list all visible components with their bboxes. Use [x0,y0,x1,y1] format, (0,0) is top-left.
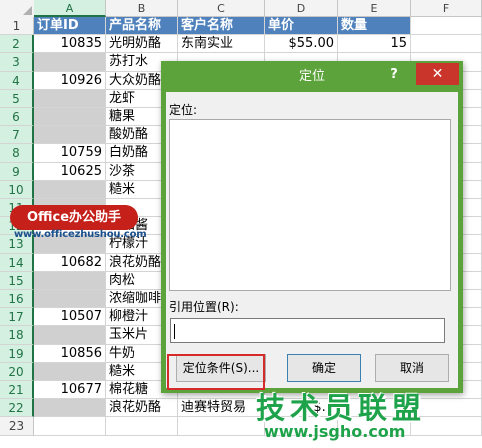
customer-cell[interactable]: 东南实业 [178,35,265,54]
row-header-8[interactable]: 8 [0,144,34,163]
order-id-cell[interactable] [34,290,106,309]
row-header-1[interactable]: 1 [0,17,34,36]
quantity-cell[interactable]: 15 [338,35,411,54]
header-cell-f[interactable] [411,17,482,36]
row-header-2[interactable]: 2 [0,35,34,54]
row-header-22[interactable]: 22 [0,399,34,418]
empty-cell[interactable] [34,417,106,436]
row-header-9[interactable]: 9 [0,162,34,181]
row-header-18[interactable]: 18 [0,326,34,345]
header-cell-a[interactable]: 订单ID [34,17,106,36]
row-header-17[interactable]: 17 [0,308,34,327]
header-cell-c[interactable]: 客户名称 [178,17,265,36]
special-button-highlight [167,354,265,390]
dialog-body: 定位: 引用位置(R): 定位条件(S)... 确定 取消 [166,92,458,388]
goto-listbox[interactable] [169,119,451,291]
order-id-cell[interactable]: 10835 [34,35,106,54]
row-header-20[interactable]: 20 [0,362,34,381]
row-header-21[interactable]: 21 [0,381,34,400]
column-header-f[interactable]: F [411,0,482,17]
badge-url: www.officezhushou.com [14,229,147,240]
goto-dialog: 定位 ? ✕ 定位: 引用位置(R): 定位条件(S)... 确定 取消 [161,61,463,393]
watermark-url: www.jsgho.com [264,422,406,441]
price-cell[interactable]: $55.00 [265,35,338,54]
order-id-cell[interactable] [34,53,106,72]
header-cell-b[interactable]: 产品名称 [106,17,178,36]
row-header-15[interactable]: 15 [0,271,34,290]
order-id-cell[interactable]: 10507 [34,308,106,327]
goto-list-label: 定位: [169,103,198,117]
row-header-16[interactable]: 16 [0,290,34,309]
row-header-7[interactable]: 7 [0,126,34,145]
order-id-cell[interactable]: 10759 [34,144,106,163]
row-header-4[interactable]: 4 [0,71,34,90]
reference-label: 引用位置(R): [169,300,239,314]
row-header-19[interactable]: 19 [0,344,34,363]
order-id-cell[interactable]: 10926 [34,71,106,90]
order-id-cell[interactable]: 10677 [34,381,106,400]
order-id-cell[interactable] [34,362,106,381]
customer-cell[interactable]: 迪赛特贸易 [178,399,265,418]
watermark-logo: 技术员联盟 [256,391,427,425]
row-header-14[interactable]: 14 [0,253,34,272]
order-id-cell[interactable]: 10682 [34,253,106,272]
order-id-cell[interactable] [34,399,106,418]
column-header-c[interactable]: C [178,0,265,17]
row-header-6[interactable]: 6 [0,108,34,127]
order-id-cell[interactable] [34,108,106,127]
column-header-b[interactable]: B [106,0,178,17]
product-cell[interactable]: 光明奶酪 [106,35,178,54]
order-id-cell[interactable] [34,126,106,145]
text-caret [174,324,175,339]
cancel-button[interactable]: 取消 [375,354,449,382]
select-all-corner[interactable] [0,0,35,18]
close-button[interactable]: ✕ [416,63,459,85]
order-id-cell[interactable] [34,180,106,199]
empty-cell[interactable] [178,417,265,436]
row-header-3[interactable]: 3 [0,53,34,72]
help-button[interactable]: ? [385,65,403,85]
office-assistant-badge: Office办公助手 [10,205,138,230]
product-cell[interactable]: 浪花奶酪 [106,399,178,418]
ok-button[interactable]: 确定 [287,354,361,382]
empty-cell[interactable] [411,35,482,54]
header-cell-e[interactable]: 数量 [338,17,411,36]
reference-input[interactable] [170,318,445,343]
order-id-cell[interactable] [34,89,106,108]
header-cell-d[interactable]: 单价 [265,17,338,36]
column-header-d[interactable]: D [265,0,338,17]
column-header-a[interactable]: A [34,0,106,17]
row-header-23[interactable]: 23 [0,417,34,436]
close-icon: ✕ [431,66,444,82]
empty-cell[interactable] [106,417,178,436]
column-header-e[interactable]: E [338,0,411,17]
order-id-cell[interactable]: 10856 [34,344,106,363]
order-id-cell[interactable] [34,271,106,290]
order-id-cell[interactable] [34,326,106,345]
order-id-cell[interactable]: 10625 [34,162,106,181]
row-header-5[interactable]: 5 [0,89,34,108]
row-header-10[interactable]: 10 [0,180,34,199]
